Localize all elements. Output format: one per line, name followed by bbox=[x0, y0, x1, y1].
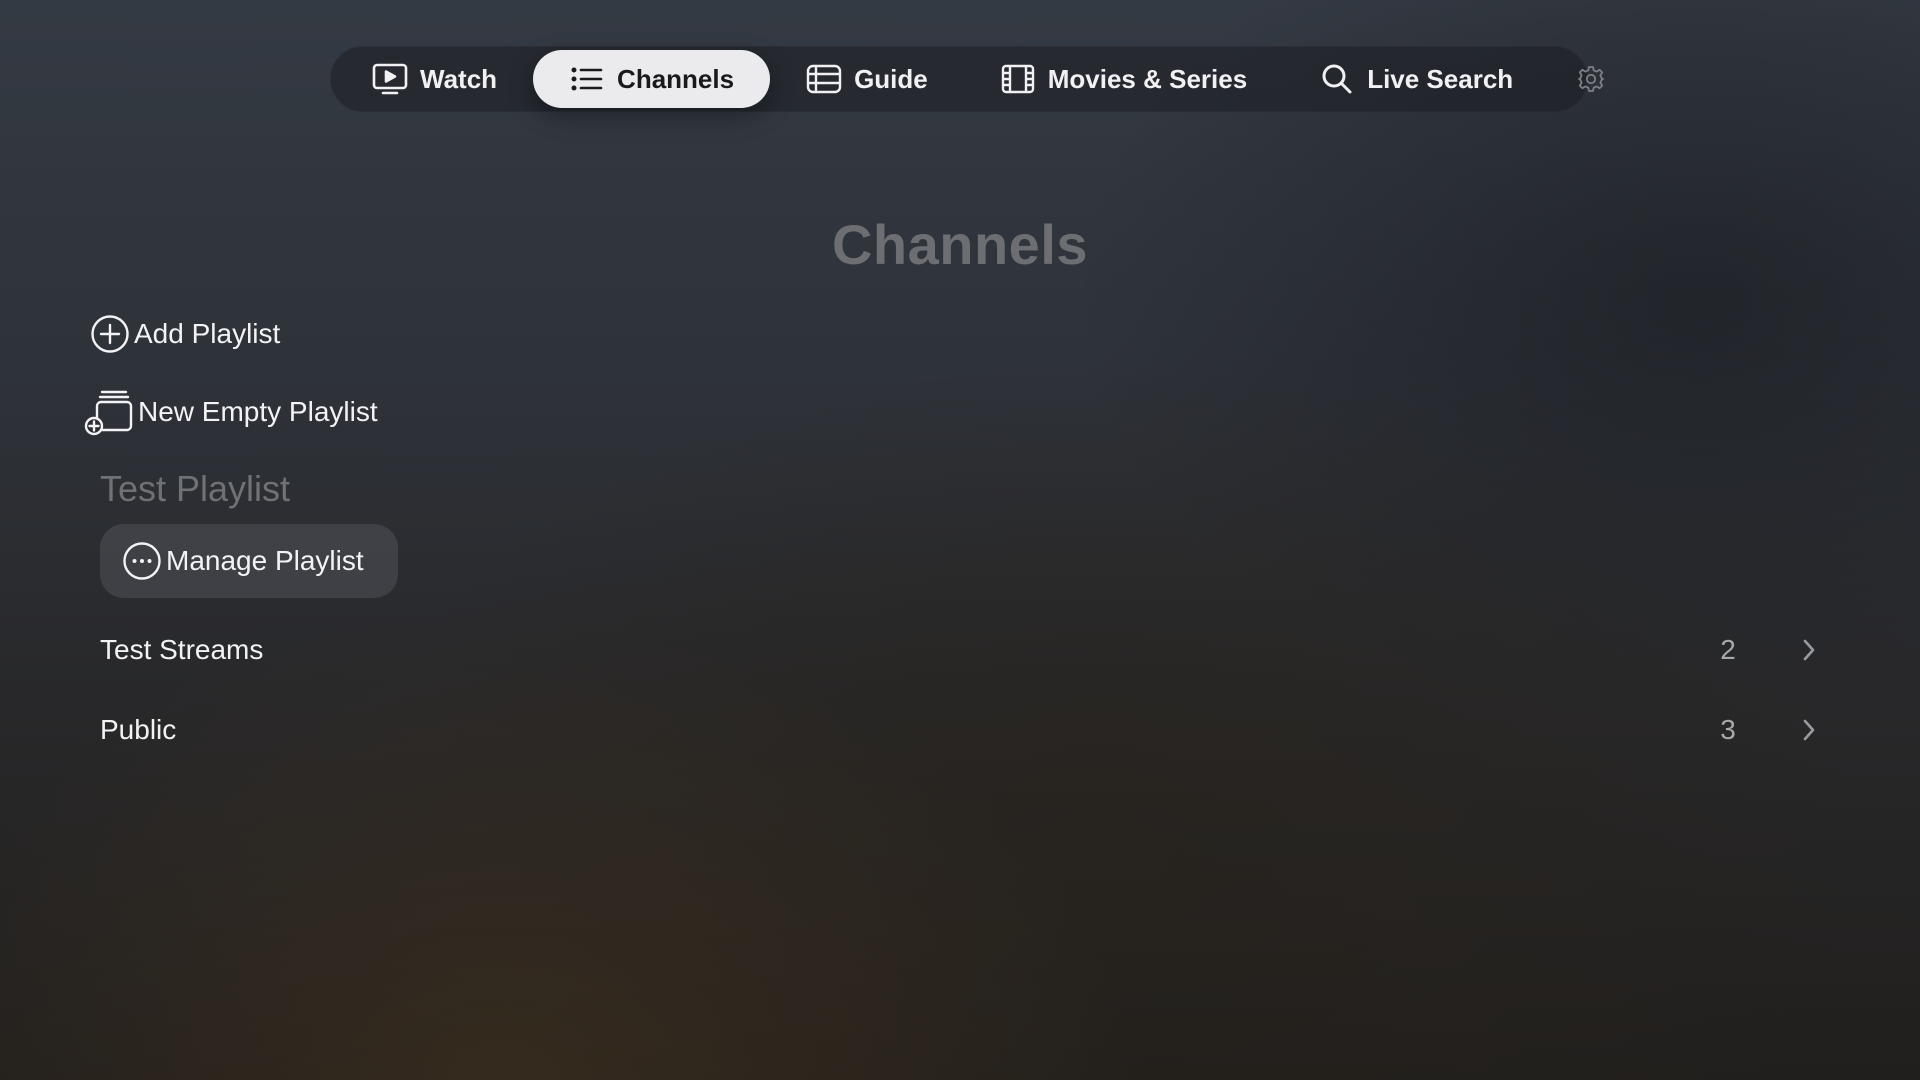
list-item[interactable]: Public 3 bbox=[100, 700, 1820, 760]
settings-button[interactable] bbox=[1549, 50, 1633, 108]
tab-watch-label: Watch bbox=[420, 63, 498, 94]
tab-channels[interactable]: Channels bbox=[533, 50, 771, 108]
chevron-right-icon bbox=[1798, 637, 1820, 663]
group-name: Public bbox=[100, 714, 177, 745]
list-icon bbox=[569, 61, 605, 97]
new-empty-playlist-button[interactable]: New Empty Playlist bbox=[84, 388, 378, 436]
chevron-right-icon bbox=[1798, 717, 1820, 743]
group-count: 3 bbox=[1720, 714, 1736, 745]
tab-guide[interactable]: Guide bbox=[770, 50, 964, 108]
manage-playlist-button[interactable]: Manage Playlist bbox=[100, 524, 398, 598]
tv-play-icon bbox=[372, 61, 408, 97]
tab-watch[interactable]: Watch bbox=[336, 50, 533, 108]
group-count: 2 bbox=[1720, 634, 1736, 665]
ellipsis-circle-icon bbox=[122, 541, 162, 581]
group-name: Test Streams bbox=[100, 634, 264, 665]
manage-playlist-label: Manage Playlist bbox=[166, 545, 364, 576]
page-title: Channels bbox=[831, 213, 1089, 276]
plus-circle-icon bbox=[90, 314, 130, 354]
playlist-title: Test Playlist bbox=[100, 468, 291, 509]
guide-icon bbox=[806, 61, 842, 97]
add-playlist-label: Add Playlist bbox=[134, 318, 281, 349]
tab-movies-series-label: Movies & Series bbox=[1047, 63, 1248, 94]
film-icon bbox=[1000, 61, 1036, 97]
add-stack-icon bbox=[84, 388, 134, 436]
tab-channels-label: Channels bbox=[617, 63, 735, 94]
tab-live-search-label: Live Search bbox=[1367, 63, 1514, 94]
add-playlist-button[interactable]: Add Playlist bbox=[90, 314, 280, 354]
gear-icon bbox=[1573, 61, 1609, 97]
new-empty-playlist-label: New Empty Playlist bbox=[138, 396, 378, 427]
top-tab-bar: Watch Channels Guide Movies & Series Liv… bbox=[330, 46, 1605, 112]
list-item[interactable]: Test Streams 2 bbox=[100, 620, 1820, 680]
tab-movies-series[interactable]: Movies & Series bbox=[964, 50, 1283, 108]
tab-live-search[interactable]: Live Search bbox=[1283, 50, 1549, 108]
search-icon bbox=[1319, 61, 1355, 97]
tab-guide-label: Guide bbox=[854, 63, 928, 94]
